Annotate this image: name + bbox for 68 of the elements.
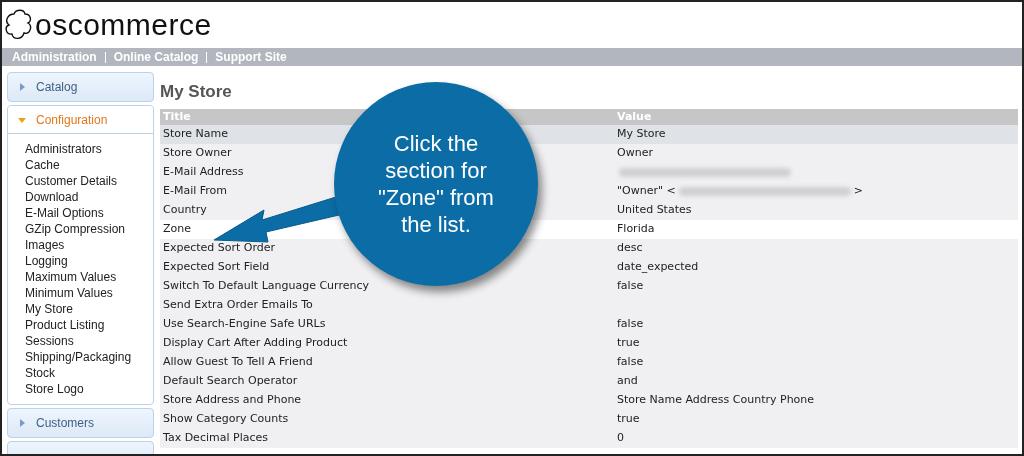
table-cell: Store Name Address Country Phone [617, 392, 815, 409]
table-cell: Expected Sort Field [163, 260, 270, 274]
triangle-right-icon [18, 419, 26, 427]
table-cell: Florida [617, 221, 655, 238]
sidebar-link[interactable]: Maximum Values [25, 269, 153, 285]
table-cell: Zone [163, 222, 191, 236]
table-cell: Store Owner [163, 146, 232, 160]
table-cell: Send Extra Order Emails To [163, 298, 313, 312]
table-cell: E-Mail From [163, 184, 227, 198]
table-row[interactable]: Store Address and Phone Store Name Address Country Phone [160, 391, 1018, 410]
table-cell: Owner [617, 145, 653, 162]
table-cell: Allow Guest To Tell A Friend [163, 355, 313, 369]
table-row[interactable]: Use Search-Engine Safe URLs false [160, 315, 1018, 334]
table-cell: true [617, 411, 640, 428]
table-cell: false [617, 316, 644, 333]
sidebar-link[interactable]: GZip Compression [25, 221, 153, 237]
table-row[interactable]: Switch To Default Language Currency false [160, 277, 1018, 296]
table-cell: United States [617, 202, 692, 219]
table-row[interactable]: Tax Decimal Places 0 [160, 429, 1018, 448]
table-cell: false [617, 354, 644, 371]
table-cell: My Store [617, 126, 666, 143]
sidebar-link[interactable]: Shipping/Packaging [25, 349, 153, 365]
table-cell: Store Address and Phone [163, 393, 302, 407]
table-cell: Store Name [163, 127, 229, 141]
column-header: Title [162, 108, 192, 125]
sidebar-link[interactable]: Product Listing [25, 317, 153, 333]
table-cell: Switch To Default Language Currency [163, 279, 369, 293]
logo-text: oscommerce [35, 10, 212, 40]
table-cell: 0 [617, 430, 624, 447]
table-cell: Use Search-Engine Safe URLs [163, 317, 326, 331]
page-heading: My Store [160, 81, 233, 99]
table-cell: Country [163, 203, 207, 217]
table-cell: Tax Decimal Places [163, 431, 268, 445]
table-cell: "Owner" < [617, 183, 676, 200]
table-row[interactable]: Default Search Operator and [160, 372, 1018, 391]
sidebar-link[interactable]: Cache [25, 157, 153, 173]
table-cell: > [853, 183, 863, 200]
table-row[interactable]: Allow Guest To Tell A Friend false [160, 353, 1018, 372]
column-header: Value [616, 108, 652, 125]
sidebar-link[interactable]: Download [25, 189, 153, 205]
triangle-down-icon [18, 115, 26, 124]
sidebar-link[interactable]: Minimum Values [25, 285, 153, 301]
triangle-right-icon [18, 83, 26, 91]
table-cell: Display Cart After Adding Product [163, 336, 348, 350]
cloud-logo-icon [4, 8, 34, 42]
table-cell: false [617, 278, 644, 295]
sidebar-link[interactable]: My Store [25, 301, 153, 317]
table-cell: Show Category Counts [163, 412, 289, 426]
sidebar-link[interactable]: Administrators [25, 141, 153, 157]
sidebar-link[interactable]: Logging [25, 253, 153, 269]
table-cell: true [617, 335, 640, 352]
table-cell: Default Search Operator [163, 374, 298, 388]
sidebar-link[interactable]: Stock [25, 365, 153, 381]
sidebar-link[interactable]: Sessions [25, 333, 153, 349]
table-cell: desc [617, 240, 643, 257]
table-row[interactable]: Send Extra Order Emails To [160, 296, 1018, 315]
sidebar-link[interactable]: Images [25, 237, 153, 253]
table-cell: and [617, 373, 638, 390]
table-row[interactable]: Show Category Counts true [160, 410, 1018, 429]
sidebar-link[interactable]: Customer Details [25, 173, 153, 189]
table-row[interactable]: Display Cart After Adding Product true [160, 334, 1018, 353]
sidebar-link[interactable]: E-Mail Options [25, 205, 153, 221]
accordion-header[interactable]: Catalog [8, 73, 153, 101]
table-cell: E-Mail Address [163, 165, 244, 179]
sidebar-link[interactable]: Store Logo [25, 381, 153, 397]
table-cell: Expected Sort Order [163, 241, 276, 255]
accordion-header[interactable]: Customers [8, 409, 153, 437]
table-cell: date_expected [617, 259, 699, 276]
